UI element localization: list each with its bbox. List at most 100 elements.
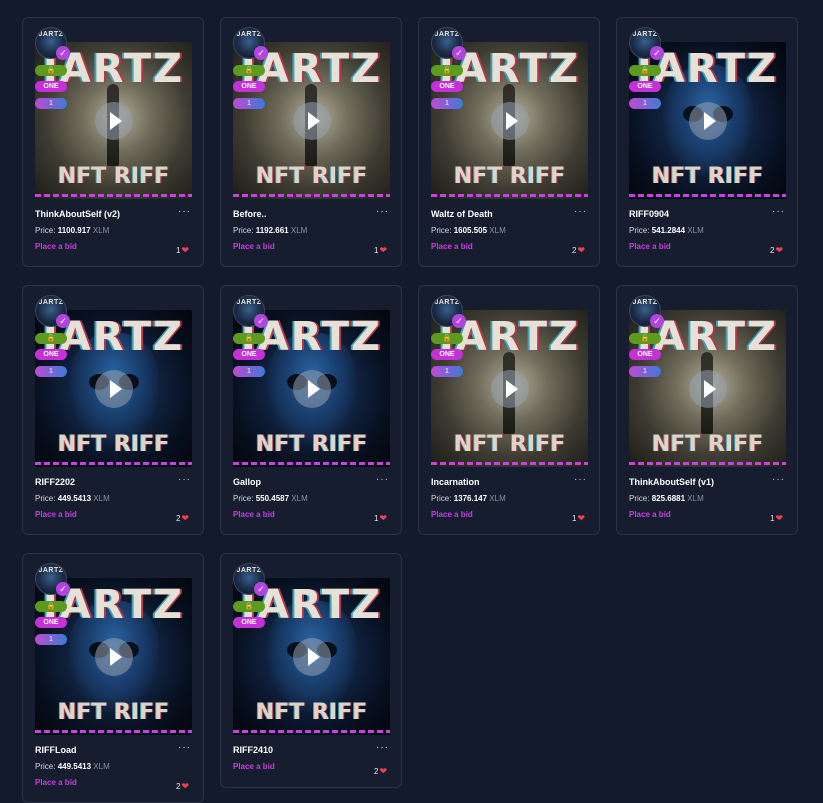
avatar-text: JARTZ — [434, 31, 460, 38]
lock-icon: 🔒 — [431, 65, 463, 76]
more-menu-icon[interactable]: ··· — [772, 206, 785, 217]
more-menu-icon[interactable]: ··· — [772, 474, 785, 485]
nft-title[interactable]: Gallop — [233, 477, 363, 487]
price-value: 550.4587 — [255, 494, 290, 503]
like-button[interactable]: 2❤ — [770, 245, 783, 256]
play-icon[interactable] — [95, 638, 133, 676]
heart-icon: ❤ — [379, 766, 387, 776]
place-bid-button[interactable]: Place a bid — [431, 510, 473, 519]
artwork-bar — [35, 730, 192, 733]
like-button[interactable]: 2❤ — [572, 245, 585, 256]
avatar-text: JARTZ — [236, 299, 262, 306]
more-menu-icon[interactable]: ··· — [178, 742, 191, 753]
like-count: 2 — [176, 782, 181, 791]
nft-card[interactable]: JARTZ NFT RIFF JARTZ ✓ 🔒 ONE 1 RIFF0904 … — [616, 17, 798, 267]
verified-icon: ✓ — [452, 314, 466, 328]
artwork-bar — [233, 462, 390, 465]
currency-label: XLM — [687, 494, 704, 503]
price-label: Price: — [629, 226, 650, 235]
more-menu-icon[interactable]: ··· — [178, 206, 191, 217]
like-button[interactable]: 1❤ — [176, 245, 189, 256]
like-button[interactable]: 2❤ — [176, 513, 189, 524]
nft-title[interactable]: RIFF2410 — [233, 745, 363, 755]
nft-card[interactable]: JARTZ NFT RIFF JARTZ ✓ 🔒 ONE 1 RIFF2202 … — [22, 285, 204, 535]
lock-icon: 🔒 — [629, 65, 661, 76]
place-bid-button[interactable]: Place a bid — [233, 242, 275, 251]
play-icon[interactable] — [293, 102, 331, 140]
more-menu-icon[interactable]: ··· — [376, 206, 389, 217]
edition-badge: 1 — [431, 98, 463, 109]
nft-title[interactable]: ThinkAboutSelf (v2) — [35, 209, 165, 219]
more-menu-icon[interactable]: ··· — [574, 474, 587, 485]
place-bid-button[interactable]: Place a bid — [233, 510, 275, 519]
play-icon[interactable] — [491, 102, 529, 140]
like-button[interactable]: 1❤ — [572, 513, 585, 524]
avatar-text: JARTZ — [632, 299, 658, 306]
artwork-bar — [629, 462, 786, 465]
price-label: Price: — [233, 494, 254, 503]
more-menu-icon[interactable]: ··· — [376, 474, 389, 485]
artwork-subtitle-text: NFT RIFF — [453, 432, 566, 457]
lock-icon: 🔒 — [233, 601, 265, 612]
nft-card[interactable]: JARTZ NFT RIFF JARTZ ✓ 🔒 ONE 1 ThinkAbou… — [22, 17, 204, 267]
nft-card[interactable]: JARTZ NFT RIFF JARTZ ✓ 🔒 ONE RIFF2410 ··… — [220, 553, 402, 788]
nft-title[interactable]: Waltz of Death — [431, 209, 561, 219]
edition-badge: 1 — [35, 366, 67, 377]
place-bid-button[interactable]: Place a bid — [233, 762, 275, 771]
nft-card[interactable]: JARTZ NFT RIFF JARTZ ✓ 🔒 ONE 1 ThinkAbou… — [616, 285, 798, 535]
nft-title[interactable]: RIFF2202 — [35, 477, 165, 487]
place-bid-button[interactable]: Place a bid — [35, 778, 77, 787]
nft-title[interactable]: ThinkAboutSelf (v1) — [629, 477, 759, 487]
price-row: Price: 550.4587 XLM — [233, 494, 308, 503]
nft-card[interactable]: JARTZ NFT RIFF JARTZ ✓ 🔒 ONE 1 Before.. … — [220, 17, 402, 267]
heart-icon: ❤ — [379, 245, 387, 255]
place-bid-button[interactable]: Place a bid — [629, 242, 671, 251]
like-button[interactable]: 1❤ — [770, 513, 783, 524]
verified-icon: ✓ — [452, 46, 466, 60]
price-value: 1376.147 — [453, 494, 488, 503]
place-bid-button[interactable]: Place a bid — [629, 510, 671, 519]
heart-icon: ❤ — [181, 245, 189, 255]
play-icon[interactable] — [689, 370, 727, 408]
place-bid-button[interactable]: Place a bid — [431, 242, 473, 251]
price-value: 541.2844 — [651, 226, 686, 235]
edition-badge: 1 — [35, 634, 67, 645]
one-badge: ONE — [35, 81, 67, 92]
play-icon[interactable] — [95, 370, 133, 408]
like-button[interactable]: 2❤ — [176, 781, 189, 792]
nft-title[interactable]: RIFF0904 — [629, 209, 759, 219]
play-icon[interactable] — [293, 638, 331, 676]
play-icon[interactable] — [491, 370, 529, 408]
like-button[interactable]: 1❤ — [374, 245, 387, 256]
nft-card[interactable]: JARTZ NFT RIFF JARTZ ✓ 🔒 ONE 1 Waltz of … — [418, 17, 600, 267]
artwork-subtitle-text: NFT RIFF — [255, 700, 368, 725]
currency-label: XLM — [93, 494, 110, 503]
nft-title[interactable]: Incarnation — [431, 477, 561, 487]
nft-card[interactable]: JARTZ NFT RIFF JARTZ ✓ 🔒 ONE 1 Incarnati… — [418, 285, 600, 535]
like-count: 1 — [176, 246, 181, 255]
nft-title[interactable]: Before.. — [233, 209, 363, 219]
play-icon[interactable] — [293, 370, 331, 408]
play-icon[interactable] — [689, 102, 727, 140]
verified-icon: ✓ — [650, 46, 664, 60]
more-menu-icon[interactable]: ··· — [178, 474, 191, 485]
like-count: 2 — [572, 246, 577, 255]
play-icon[interactable] — [95, 102, 133, 140]
avatar-text: JARTZ — [38, 567, 64, 574]
currency-label: XLM — [93, 762, 110, 771]
nft-title[interactable]: RIFFLoad — [35, 745, 165, 755]
like-count: 1 — [770, 514, 775, 523]
more-menu-icon[interactable]: ··· — [376, 742, 389, 753]
place-bid-button[interactable]: Place a bid — [35, 510, 77, 519]
nft-card[interactable]: JARTZ NFT RIFF JARTZ ✓ 🔒 ONE 1 RIFFLoad … — [22, 553, 204, 803]
more-menu-icon[interactable]: ··· — [574, 206, 587, 217]
avatar-text: JARTZ — [632, 31, 658, 38]
price-label: Price: — [35, 494, 56, 503]
artwork-subtitle-text: NFT RIFF — [453, 164, 566, 189]
like-button[interactable]: 2❤ — [374, 766, 387, 777]
like-button[interactable]: 1❤ — [374, 513, 387, 524]
price-value: 825.6881 — [651, 494, 686, 503]
place-bid-button[interactable]: Place a bid — [35, 242, 77, 251]
price-row: Price: 541.2844 XLM — [629, 226, 704, 235]
nft-card[interactable]: JARTZ NFT RIFF JARTZ ✓ 🔒 ONE 1 Gallop ··… — [220, 285, 402, 535]
